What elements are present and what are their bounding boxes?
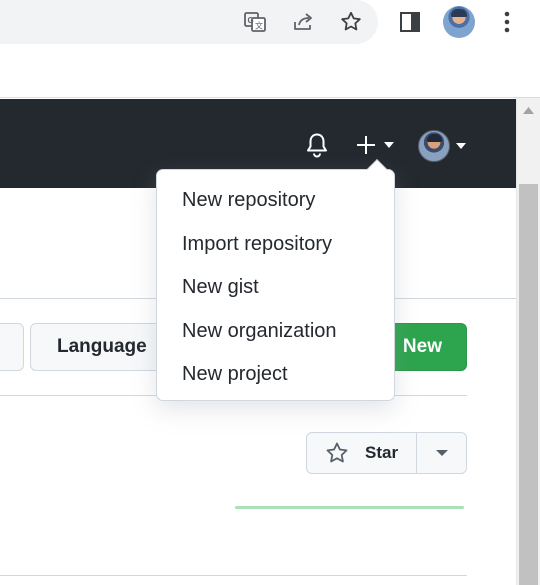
svg-text:G: G (248, 16, 254, 25)
bookmark-star-icon[interactable] (335, 6, 367, 38)
menu-item-new-organization[interactable]: New organization (157, 310, 394, 354)
create-new-plus-icon[interactable] (352, 132, 398, 158)
page-scrollbar[interactable] (516, 98, 540, 585)
avatar-chevron-down-icon[interactable] (455, 142, 467, 150)
menu-item-new-repository[interactable]: New repository (157, 179, 394, 223)
address-bar[interactable] (0, 0, 378, 44)
profile-avatar[interactable] (443, 6, 475, 38)
user-avatar[interactable] (418, 130, 450, 162)
scroll-up-arrow-icon[interactable] (517, 98, 540, 122)
star-label: Star (365, 443, 399, 462)
language-filter-label: Language (57, 336, 147, 357)
star-button[interactable]: Star (307, 433, 417, 473)
google-translate-icon[interactable]: G 文 (239, 6, 271, 38)
notifications-bell-icon[interactable] (303, 131, 331, 159)
list-divider (0, 575, 467, 576)
star-list-dropdown-button[interactable] (417, 433, 466, 473)
menu-item-new-gist[interactable]: New gist (157, 266, 394, 310)
scrollbar-thumb[interactable] (519, 184, 538, 585)
chevron-down-icon (384, 142, 394, 148)
star-icon (326, 442, 348, 463)
new-button-label: New (402, 336, 442, 357)
activity-sparkline (235, 506, 464, 509)
more-vertical-icon[interactable] (491, 6, 523, 38)
create-new-menu: New repository Import repository New gis… (156, 159, 395, 401)
menu-item-new-project[interactable]: New project (157, 353, 394, 397)
side-panel-icon[interactable] (394, 6, 426, 38)
svg-text:文: 文 (255, 21, 263, 31)
browser-toolbar: G 文 (0, 0, 540, 98)
star-button-group: Star (306, 432, 467, 474)
type-filter-button[interactable] (0, 323, 24, 371)
share-icon[interactable] (287, 6, 319, 38)
chevron-down-icon (435, 450, 448, 456)
menu-item-import-repository[interactable]: Import repository (157, 223, 394, 267)
